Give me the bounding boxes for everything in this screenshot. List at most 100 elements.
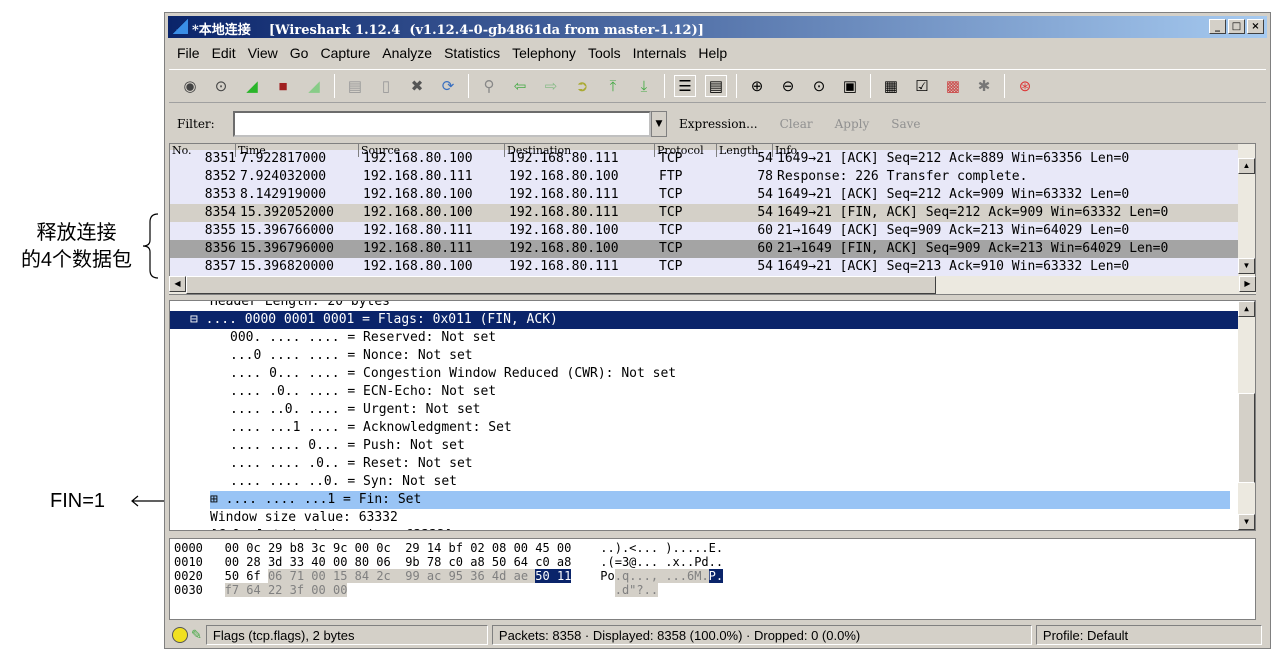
detail-line[interactable]: .... .... 0... = Push: Not set bbox=[170, 437, 1255, 455]
detail-line[interactable]: ⊟ .... 0000 0001 0001 = Flags: 0x011 (FI… bbox=[170, 311, 1255, 329]
packet-row[interactable]: 8357 15.396820000 192.168.80.100 192.168.80… bbox=[170, 258, 1255, 276]
filter-input[interactable] bbox=[233, 111, 651, 137]
scroll-right-icon[interactable]: ▶ bbox=[1239, 276, 1256, 292]
menu-statistics[interactable]: Statistics bbox=[444, 42, 500, 64]
menu-file[interactable]: File bbox=[177, 42, 200, 64]
detail-line[interactable]: .... ...1 .... = Acknowledgment: Set bbox=[170, 419, 1255, 437]
interfaces-icon[interactable]: ◉ bbox=[179, 75, 201, 97]
wireshark-logo-icon bbox=[172, 19, 188, 34]
packet-row[interactable]: 8351 7.922817000 192.168.80.100 192.168.80.… bbox=[170, 150, 1255, 168]
packet-row[interactable]: 8353 8.142919000 192.168.80.100 192.168.80.… bbox=[170, 186, 1255, 204]
cell-destination: 192.168.80.100 bbox=[509, 241, 619, 256]
autoscroll-icon[interactable]: ▤ bbox=[705, 75, 727, 97]
details-scrollbar[interactable]: ▲ ▼ bbox=[1238, 301, 1255, 530]
first-packet-icon[interactable]: ⤒ bbox=[602, 75, 624, 97]
options-icon[interactable]: ⊙ bbox=[210, 75, 232, 97]
menu-analyze[interactable]: Analyze bbox=[382, 42, 432, 64]
hscroll-thumb[interactable] bbox=[186, 276, 936, 294]
zoom-out-icon[interactable]: ⊖ bbox=[777, 75, 799, 97]
expert-info-icon[interactable] bbox=[172, 627, 188, 643]
colorize-icon[interactable]: ☰ bbox=[674, 75, 696, 97]
forward-icon[interactable]: ⇨ bbox=[540, 75, 562, 97]
capture-comment-icon[interactable]: ✎ bbox=[191, 627, 202, 643]
goto-icon[interactable]: ➲ bbox=[571, 75, 593, 97]
packet-list-scrollbar[interactable]: ▲ ▼ bbox=[1238, 144, 1255, 294]
detail-line[interactable]: [Calculated window size: 63332] bbox=[170, 527, 1255, 530]
menu-help[interactable]: Help bbox=[698, 42, 727, 64]
zoom-in-icon[interactable]: ⊕ bbox=[746, 75, 768, 97]
apply-button[interactable]: Apply bbox=[835, 117, 870, 131]
cell-no: 8352 bbox=[204, 169, 236, 184]
toolbar-separator bbox=[1004, 74, 1005, 98]
menu-tools[interactable]: Tools bbox=[588, 42, 621, 64]
reload-icon[interactable]: ⟳ bbox=[437, 75, 459, 97]
back-icon[interactable]: ⇦ bbox=[509, 75, 531, 97]
cell-destination: 192.168.80.100 bbox=[509, 169, 619, 184]
menu-view[interactable]: View bbox=[248, 42, 278, 64]
clear-button[interactable]: Clear bbox=[780, 117, 813, 131]
save-icon[interactable]: ▯ bbox=[375, 75, 397, 97]
start-capture-icon[interactable]: ◢ bbox=[241, 75, 263, 97]
detail-line[interactable]: ...0 .... .... = Nonce: Not set bbox=[170, 347, 1255, 365]
packet-row[interactable]: 8355 15.396766000 192.168.80.111 192.168.80… bbox=[170, 222, 1255, 240]
scroll-up-icon[interactable]: ▲ bbox=[1238, 158, 1255, 174]
detail-text: Window size value: 63332 bbox=[210, 510, 398, 525]
cell-no: 8356 bbox=[204, 241, 236, 256]
detail-line[interactable]: .... .... .0.. = Reset: Not set bbox=[170, 455, 1255, 473]
detail-line[interactable]: Window size value: 63332 bbox=[170, 509, 1255, 527]
scroll-down-icon[interactable]: ▼ bbox=[1238, 258, 1255, 274]
stop-capture-icon[interactable]: ■ bbox=[272, 75, 294, 97]
preferences-icon[interactable]: ✱ bbox=[973, 75, 995, 97]
cell-time: 15.396820000 bbox=[240, 259, 334, 274]
display-filters-icon[interactable]: ☑ bbox=[911, 75, 933, 97]
menu-capture[interactable]: Capture bbox=[320, 42, 370, 64]
detail-line[interactable]: .... .0.. .... = ECN-Echo: Not set bbox=[170, 383, 1255, 401]
last-packet-icon[interactable]: ⤓ bbox=[633, 75, 655, 97]
cell-protocol: FTP bbox=[659, 169, 683, 184]
scroll-down-icon[interactable]: ▼ bbox=[1238, 514, 1255, 530]
detail-line[interactable]: .... 0... .... = Congestion Window Reduc… bbox=[170, 365, 1255, 383]
coloring-rules-icon[interactable]: ▩ bbox=[942, 75, 964, 97]
detail-line[interactable]: ⊞ .... .... ...1 = Fin: Set bbox=[170, 491, 1255, 509]
detail-text: .... .0.. .... = ECN-Echo: Not set bbox=[230, 384, 497, 399]
cell-protocol: TCP bbox=[659, 259, 683, 274]
menu-internals[interactable]: Internals bbox=[633, 42, 687, 64]
scroll-left-icon[interactable]: ◀ bbox=[169, 276, 186, 292]
packet-row[interactable]: 8356 15.396796000 192.168.80.111 192.168.80… bbox=[170, 240, 1255, 258]
minimize-button[interactable]: _ bbox=[1209, 19, 1226, 34]
detail-line[interactable]: Header Length: 20 bytes bbox=[170, 301, 1255, 311]
menu-telephony[interactable]: Telephony bbox=[512, 42, 576, 64]
menu-edit[interactable]: Edit bbox=[212, 42, 236, 64]
detail-text: .... .... 0... = Push: Not set bbox=[230, 438, 465, 453]
resize-columns-icon[interactable]: ▣ bbox=[839, 75, 861, 97]
help-icon[interactable]: ⊛ bbox=[1014, 75, 1036, 97]
cell-protocol: TCP bbox=[659, 205, 683, 220]
menu-go[interactable]: Go bbox=[290, 42, 309, 64]
cell-no: 8353 bbox=[204, 187, 236, 202]
detail-line[interactable]: .... .... ..0. = Syn: Not set bbox=[170, 473, 1255, 491]
packet-row[interactable]: 8354 15.392052000 192.168.80.100 192.168.80… bbox=[170, 204, 1255, 222]
packet-list: No. Time Source Destination Protocol Len… bbox=[169, 143, 1256, 295]
cell-no: 8357 bbox=[204, 259, 236, 274]
scroll-up-icon[interactable]: ▲ bbox=[1238, 301, 1255, 317]
find-icon[interactable]: ⚲ bbox=[478, 75, 500, 97]
packet-list-hscrollbar[interactable]: ◀ ▶ bbox=[169, 276, 1256, 294]
restart-capture-icon[interactable]: ◢ bbox=[303, 75, 325, 97]
detail-line[interactable]: .... ..0. .... = Urgent: Not set bbox=[170, 401, 1255, 419]
expression-button[interactable]: Expression... bbox=[679, 117, 758, 131]
cell-info: 1649→21 [ACK] Seq=212 Ack=909 Win=63332 … bbox=[777, 187, 1130, 202]
open-icon[interactable]: ▤ bbox=[344, 75, 366, 97]
filter-dropdown-icon[interactable]: ▼ bbox=[651, 111, 667, 137]
status-profile[interactable]: Profile: Default bbox=[1035, 625, 1262, 645]
capture-filters-icon[interactable]: ▦ bbox=[880, 75, 902, 97]
save-filter-button[interactable]: Save bbox=[891, 117, 920, 131]
cell-destination: 192.168.80.111 bbox=[509, 151, 619, 166]
cell-destination: 192.168.80.111 bbox=[509, 205, 619, 220]
maximize-button[interactable]: □ bbox=[1228, 19, 1245, 34]
close-icon[interactable]: ✖ bbox=[406, 75, 428, 97]
scroll-thumb[interactable] bbox=[1238, 393, 1255, 483]
packet-row[interactable]: 8352 7.924032000 192.168.80.111 192.168.80.… bbox=[170, 168, 1255, 186]
normal-size-icon[interactable]: ⊙ bbox=[808, 75, 830, 97]
close-button[interactable]: × bbox=[1247, 19, 1264, 34]
detail-line[interactable]: 000. .... .... = Reserved: Not set bbox=[170, 329, 1255, 347]
